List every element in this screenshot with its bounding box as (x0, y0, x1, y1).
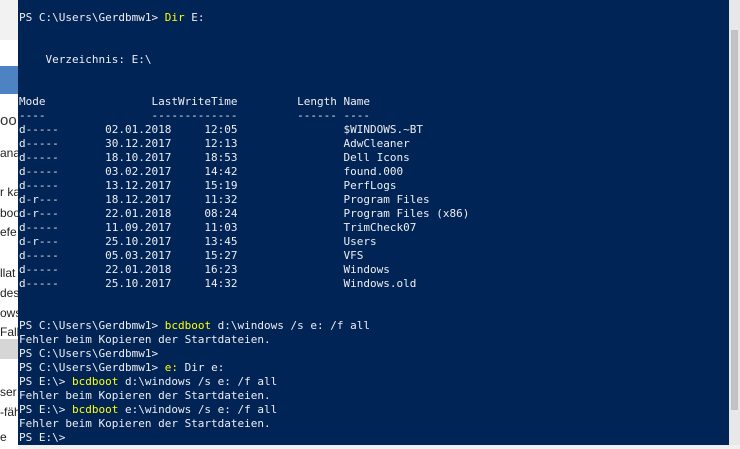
console-line: PS C:\Users\Gerdbmw1> (19, 347, 158, 361)
console-line: Fehler beim Kopieren der Startdateien. (19, 389, 271, 403)
background-text-fragment: Fall (0, 325, 20, 339)
background-text-fragment: e (0, 430, 7, 444)
console-scrollbar[interactable] (729, 0, 740, 445)
console-line: d-r--- 25.10.2017 13:45 Users (19, 235, 377, 249)
background-text-fragment: llat (0, 266, 16, 280)
console-text-segment: PS E:\> (19, 403, 72, 416)
console-text-segment: d----- 25.10.2017 14:32 Windows.old (19, 277, 417, 290)
console-line: d----- 03.02.2017 14:42 found.000 (19, 165, 403, 179)
console-line: d----- 11.09.2017 11:03 TrimCheck07 (19, 221, 416, 235)
console-text-segment: Fehler beim Kopieren der Startdateien. (19, 417, 271, 430)
console-text-segment: d----- 03.02.2017 14:42 found.000 (19, 165, 404, 178)
background-highlight-bar (0, 66, 20, 94)
console-text-segment: Fehler beim Kopieren der Startdateien. (19, 333, 271, 346)
console-line: d-r--- 18.12.2017 11:32 Program Files (19, 193, 430, 207)
background-text-fragment: ser (0, 385, 17, 399)
console-text-segment: PS E:\> (19, 431, 66, 444)
console-line: Mode LastWriteTime Length Name (19, 95, 370, 109)
console-text-segment: d----- 02.01.2018 12:05 $WINDOWS.~BT (19, 123, 423, 136)
console-text-segment: PS C:\Users\Gerdbmw1> (19, 11, 165, 24)
console-command-token: bcdboot (164, 319, 212, 332)
console-text-segment: d----- 22.01.2018 16:23 Windows (19, 263, 390, 276)
console-text-segment: PS C:\Users\Gerdbmw1> (19, 319, 165, 332)
console-text-segment: E: (184, 11, 205, 24)
background-browser-window: oo ana r ka boo efe llat des ows Fall se… (0, 0, 20, 449)
background-text-fragment: boo (0, 206, 20, 220)
console-line: PS E:\> bcdboot e:\windows /s e: /f all (19, 403, 277, 417)
console-text-segment: Fehler beim Kopieren der Startdateien. (19, 389, 271, 402)
console-line: Fehler beim Kopieren der Startdateien. (19, 417, 271, 431)
background-text-fragment: oo (0, 112, 17, 129)
console-line: PS C:\Users\Gerdbmw1> Dir E: (19, 11, 204, 25)
console-command-token: e: (164, 361, 178, 374)
scrollbar-thumb[interactable] (731, 30, 738, 410)
console-text-segment: d-r--- 18.12.2017 11:32 Program Files (19, 193, 430, 206)
console-line: d----- 13.12.2017 15:19 PerfLogs (19, 179, 397, 193)
window-bottom-edge (18, 445, 740, 449)
console-command-token: bcdboot (71, 403, 119, 416)
console-text-segment: d:\windows /s e: /f all (211, 319, 371, 332)
console-text-segment: d----- 05.03.2017 15:27 VFS (19, 249, 364, 262)
powershell-console[interactable]: PS C:\Users\Gerdbmw1> Dir E: Verzeichnis… (18, 0, 729, 445)
console-line: d-r--- 22.01.2018 08:24 Program Files (x… (19, 207, 469, 221)
console-text-segment: PS C:\Users\Gerdbmw1> (19, 347, 159, 360)
console-text-segment: Verzeichnis: E:\ (19, 53, 152, 66)
console-line: PS E:\> bcdboot d:\windows /s e: /f all (19, 375, 277, 389)
console-line: d----- 25.10.2017 14:32 Windows.old (19, 277, 416, 291)
console-text-segment: d----- 18.10.2017 18:53 Dell Icons (19, 151, 410, 164)
console-text-segment: PS E:\> (19, 375, 72, 388)
console-command-token: Dir (164, 11, 185, 24)
console-line: Fehler beim Kopieren der Startdateien. (19, 333, 271, 347)
console-line: PS E:\> (19, 431, 65, 445)
console-text-segment: d:\windows /s e: /f all (118, 375, 278, 388)
console-text-segment: e:\windows /s e: /f all (118, 403, 278, 416)
console-text-segment: d-r--- 25.10.2017 13:45 Users (19, 235, 377, 248)
console-text-segment: d----- 30.12.2017 12:13 AdwCleaner (19, 137, 410, 150)
console-line: d----- 18.10.2017 18:53 Dell Icons (19, 151, 410, 165)
console-text-segment: d-r--- 22.01.2018 08:24 Program Files (x… (19, 207, 470, 220)
console-text-segment: d----- 13.12.2017 15:19 PerfLogs (19, 179, 397, 192)
background-titlebar (0, 0, 20, 40)
console-line: Verzeichnis: E:\ (19, 53, 151, 67)
console-line: d----- 05.03.2017 15:27 VFS (19, 249, 363, 263)
background-text-fragment: ana (0, 146, 20, 160)
background-text-fragment: -fäh (0, 405, 20, 419)
background-text-fragment: r ka (0, 185, 20, 199)
background-text-fragment: efe (0, 225, 17, 239)
console-line: d----- 30.12.2017 12:13 AdwCleaner (19, 137, 410, 151)
background-gray-bar (0, 339, 20, 359)
console-text-segment: PS C:\Users\Gerdbmw1> (19, 361, 165, 374)
console-text-segment: Mode LastWriteTime Length Name (19, 95, 370, 108)
console-line: ---- ------------- ------ ---- (19, 109, 370, 123)
console-text-segment: d----- 11.09.2017 11:03 TrimCheck07 (19, 221, 417, 234)
console-command-token: bcdboot (71, 375, 119, 388)
console-text-segment: Dir e: (177, 361, 225, 374)
console-line: PS C:\Users\Gerdbmw1> bcdboot d:\windows… (19, 319, 370, 333)
console-line: PS C:\Users\Gerdbmw1> e: Dir e: (19, 361, 224, 375)
console-line: d----- 02.01.2018 12:05 $WINDOWS.~BT (19, 123, 423, 137)
background-text-fragment: des (0, 286, 20, 300)
console-text-segment: ---- ------------- ------ ---- (19, 109, 370, 122)
console-line: d----- 22.01.2018 16:23 Windows (19, 263, 390, 277)
background-text-fragment: ows (0, 306, 20, 320)
